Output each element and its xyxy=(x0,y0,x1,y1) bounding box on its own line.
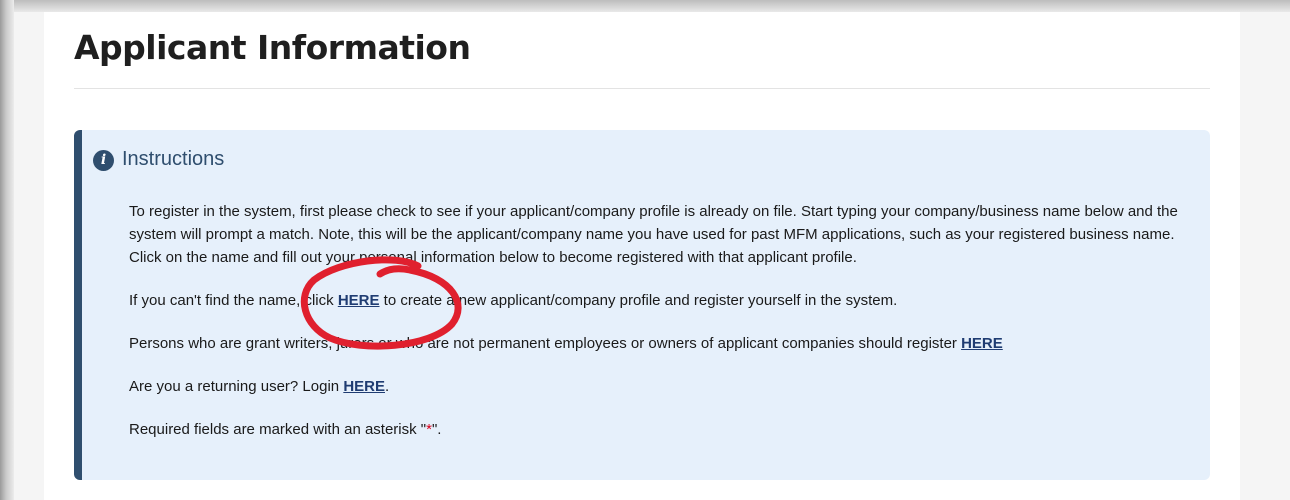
returning-user-text: Are you a returning user? Login xyxy=(129,378,344,395)
create-profile-here-link[interactable]: HERE xyxy=(338,292,380,309)
instructions-paragraph-lookup: To register in the system, first please … xyxy=(129,203,1178,266)
info-circle-icon: i xyxy=(93,150,114,171)
instructions-paragraph-new-profile: If you can't find the name, click HERE t… xyxy=(129,289,1199,312)
new-profile-text-after: to create a new applicant/company profil… xyxy=(379,292,898,309)
instructions-paragraph-returning-user: Are you a returning user? Login HERE. xyxy=(129,375,1199,398)
instructions-heading: Instructions xyxy=(122,148,225,170)
login-here-link[interactable]: HERE xyxy=(343,378,385,395)
screenshot-frame: Applicant Information i Instructions To … xyxy=(0,0,1290,500)
instructions-alert: i Instructions To register in the system… xyxy=(74,130,1210,480)
new-profile-text-before: If you can't find the name, click xyxy=(129,292,338,309)
required-text-after: ". xyxy=(431,421,442,438)
instructions-paragraph-grant-writers: Persons who are grant writers, jurors or… xyxy=(129,332,1199,355)
instructions-paragraph-required: Required fields are marked with an aster… xyxy=(129,418,1199,441)
required-text-before: Required fields are marked with an aster… xyxy=(129,421,427,438)
grant-writer-register-here-link[interactable]: HERE xyxy=(961,335,1003,352)
window-shadow xyxy=(0,0,14,500)
main-content: Applicant Information i Instructions To … xyxy=(44,12,1240,500)
grant-writers-text: Persons who are grant writers, jurors or… xyxy=(129,335,962,352)
page-background: Applicant Information i Instructions To … xyxy=(14,12,1290,500)
page-title: Applicant Information xyxy=(74,28,471,67)
title-divider xyxy=(74,88,1210,89)
returning-user-period: . xyxy=(385,378,390,395)
instructions-body: To register in the system, first please … xyxy=(129,200,1199,461)
